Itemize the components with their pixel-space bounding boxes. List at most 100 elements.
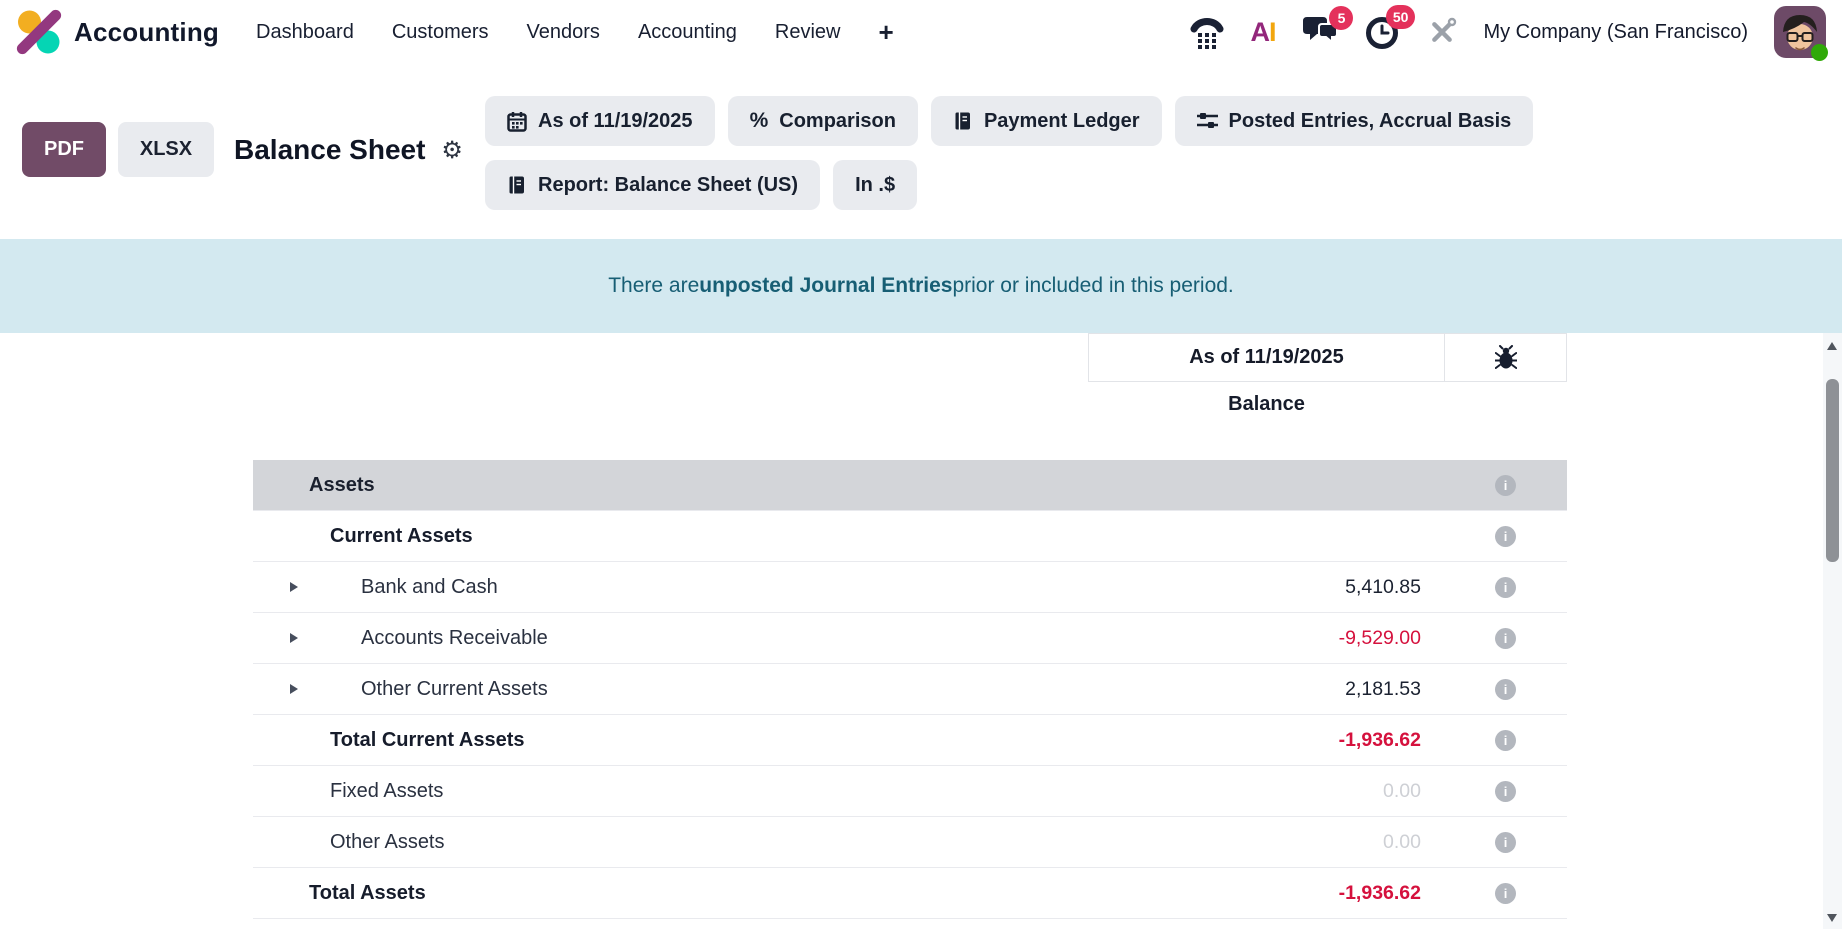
filter-row-2: Report: Balance Sheet (US) In .$: [485, 160, 917, 210]
user-avatar[interactable]: [1774, 6, 1826, 58]
percent-icon: %: [750, 109, 769, 133]
expand-caret-icon[interactable]: [290, 633, 298, 643]
table-row-total-assets: Total Assets -1,936.62 i: [253, 868, 1567, 919]
report-variant-button[interactable]: Report: Balance Sheet (US): [485, 160, 820, 210]
info-icon[interactable]: i: [1495, 832, 1516, 853]
row-value: 0.00: [1383, 831, 1421, 854]
row-label: Assets: [309, 474, 375, 497]
scrollbar-thumb[interactable]: [1826, 379, 1839, 562]
column-header-debug-cell[interactable]: [1445, 333, 1567, 382]
row-label: Fixed Assets: [330, 780, 443, 803]
row-label: Other Current Assets: [361, 678, 548, 701]
options-filter-button[interactable]: Posted Entries, Accrual Basis: [1175, 96, 1534, 146]
currency-filter-label: In .$: [855, 174, 895, 197]
currency-filter-button[interactable]: In .$: [833, 160, 917, 210]
payment-ledger-filter-button[interactable]: Payment Ledger: [931, 96, 1162, 146]
column-subheader-balance: Balance: [1088, 393, 1445, 416]
table-row-accounts-receivable[interactable]: Accounts Receivable -9,529.00 i: [253, 613, 1567, 664]
column-header-row: As of 11/19/2025: [1088, 333, 1567, 382]
export-group: PDF XLSX Balance Sheet ⚙: [22, 122, 463, 177]
app-name: Accounting: [74, 17, 219, 48]
info-icon[interactable]: i: [1495, 679, 1516, 700]
expand-caret-icon[interactable]: [290, 582, 298, 592]
scroll-up-arrow-icon[interactable]: [1827, 342, 1837, 350]
plus-icon[interactable]: +: [878, 17, 893, 48]
alert-text-bold: unposted Journal Entries: [699, 274, 952, 298]
bug-icon: [1495, 345, 1517, 371]
row-label: Total Assets: [309, 882, 426, 905]
info-icon[interactable]: i: [1495, 628, 1516, 649]
info-icon[interactable]: i: [1495, 781, 1516, 802]
info-icon[interactable]: i: [1495, 730, 1516, 751]
book-icon: [953, 111, 973, 131]
row-value: 2,181.53: [1345, 678, 1421, 701]
page-title: Balance Sheet: [234, 134, 425, 166]
table-row-other-assets: Other Assets 0.00 i: [253, 817, 1567, 868]
row-label: Total Current Assets: [330, 729, 524, 752]
activities-icon[interactable]: 50: [1365, 14, 1401, 50]
app-brand[interactable]: Accounting: [16, 9, 219, 55]
row-label: Accounts Receivable: [361, 627, 548, 650]
row-label: Other Assets: [330, 831, 445, 854]
xlsx-button[interactable]: XLSX: [118, 122, 214, 177]
table-row-current-assets: Current Assets i: [253, 511, 1567, 562]
row-value: 5,410.85: [1345, 576, 1421, 599]
online-status-dot: [1811, 44, 1828, 61]
table-row-fixed-assets: Fixed Assets 0.00 i: [253, 766, 1567, 817]
report-content: As of 11/19/2025 Balance Assets i: [0, 333, 1842, 929]
table-row-assets: Assets i: [253, 460, 1567, 511]
comparison-filter-button[interactable]: % Comparison: [728, 96, 918, 146]
main-menu: Dashboard Customers Vendors Accounting R…: [256, 17, 894, 48]
alert-text-prefix: There are: [608, 274, 699, 298]
scroll-down-arrow-icon[interactable]: [1827, 914, 1837, 922]
row-label: Bank and Cash: [361, 576, 498, 599]
tools-icon[interactable]: [1427, 17, 1457, 47]
row-value: -9,529.00: [1339, 627, 1421, 650]
pdf-button[interactable]: PDF: [22, 122, 106, 177]
navbar-systray: AI 5 50: [1190, 6, 1826, 58]
balance-sheet-table: Assets i Current Assets i Bank and Cash …: [253, 460, 1567, 919]
messages-badge: 5: [1329, 6, 1353, 30]
menu-customers[interactable]: Customers: [392, 21, 489, 44]
menu-review[interactable]: Review: [775, 21, 841, 44]
odoo-accounting-logo: [16, 9, 62, 55]
row-label: Current Assets: [330, 525, 473, 548]
info-icon[interactable]: i: [1495, 577, 1516, 598]
book-icon: [507, 175, 527, 195]
unposted-entries-alert: There are unposted Journal Entries prior…: [0, 239, 1842, 333]
alert-text-suffix: prior or included in this period.: [952, 274, 1233, 298]
report-variant-label: Report: Balance Sheet (US): [538, 174, 798, 197]
vertical-scrollbar[interactable]: [1823, 333, 1842, 929]
expand-caret-icon[interactable]: [290, 684, 298, 694]
company-switcher[interactable]: My Company (San Francisco): [1483, 21, 1748, 44]
calendar-icon: [507, 111, 527, 132]
report-header-bar: PDF XLSX Balance Sheet ⚙ As of 11/19/202…: [0, 64, 1842, 239]
info-icon[interactable]: i: [1495, 883, 1516, 904]
payment-ledger-filter-label: Payment Ledger: [984, 110, 1140, 133]
menu-accounting[interactable]: Accounting: [638, 21, 737, 44]
menu-vendors[interactable]: Vendors: [527, 21, 600, 44]
row-value: -1,936.62: [1339, 729, 1421, 752]
top-navbar: Accounting Dashboard Customers Vendors A…: [0, 0, 1842, 64]
activities-badge: 50: [1386, 5, 1416, 29]
ai-icon[interactable]: AI: [1250, 17, 1275, 48]
date-filter-button[interactable]: As of 11/19/2025: [485, 96, 715, 146]
options-filter-label: Posted Entries, Accrual Basis: [1229, 110, 1512, 133]
table-row-other-current-assets[interactable]: Other Current Assets 2,181.53 i: [253, 664, 1567, 715]
voip-phone-icon[interactable]: [1190, 16, 1224, 49]
column-header-date[interactable]: As of 11/19/2025: [1088, 333, 1445, 382]
messages-icon[interactable]: 5: [1301, 15, 1339, 49]
row-value: -1,936.62: [1339, 882, 1421, 905]
row-value: 0.00: [1383, 780, 1421, 803]
sliders-icon: [1197, 112, 1218, 131]
table-row-bank-and-cash[interactable]: Bank and Cash 5,410.85 i: [253, 562, 1567, 613]
menu-dashboard[interactable]: Dashboard: [256, 21, 354, 44]
gear-icon[interactable]: ⚙: [441, 136, 463, 164]
info-icon[interactable]: i: [1495, 475, 1516, 496]
table-row-total-current-assets: Total Current Assets -1,936.62 i: [253, 715, 1567, 766]
filter-row-1: As of 11/19/2025 % Comparison Payment Le…: [485, 96, 1533, 146]
info-icon[interactable]: i: [1495, 526, 1516, 547]
odoo-accounting-screen: Accounting Dashboard Customers Vendors A…: [0, 0, 1842, 929]
comparison-filter-label: Comparison: [779, 110, 896, 133]
date-filter-label: As of 11/19/2025: [538, 110, 693, 133]
